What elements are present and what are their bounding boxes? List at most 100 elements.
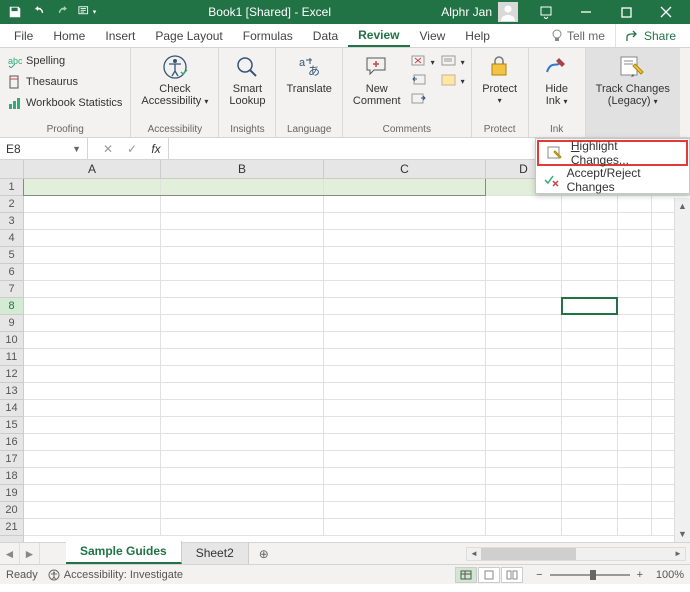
cell[interactable] (618, 213, 652, 229)
cell[interactable] (562, 468, 618, 484)
scroll-up-button[interactable]: ▲ (675, 198, 690, 214)
cell[interactable] (161, 230, 324, 246)
redo-button[interactable] (52, 1, 74, 23)
cell[interactable] (618, 349, 652, 365)
cell[interactable] (618, 247, 652, 263)
scroll-right-button[interactable]: ► (671, 548, 685, 560)
row-header-3[interactable]: 3 (0, 213, 23, 230)
undo-button[interactable] (28, 1, 50, 23)
cell[interactable] (161, 179, 324, 195)
row-header-4[interactable]: 4 (0, 230, 23, 247)
minimize-button[interactable] (566, 0, 606, 24)
cell[interactable] (324, 247, 486, 263)
tab-data[interactable]: Data (303, 24, 348, 47)
cell[interactable] (24, 264, 161, 280)
cell[interactable] (24, 451, 161, 467)
tab-formulas[interactable]: Formulas (233, 24, 303, 47)
cell[interactable] (562, 213, 618, 229)
insert-function-button[interactable]: fx (144, 142, 168, 156)
cell[interactable] (618, 434, 652, 450)
row-header-1[interactable]: 1 (0, 179, 23, 196)
scroll-left-button[interactable]: ◄ (467, 548, 481, 560)
tab-insert[interactable]: Insert (95, 24, 145, 47)
cell[interactable] (324, 519, 486, 535)
cell[interactable] (161, 383, 324, 399)
cell[interactable] (324, 468, 486, 484)
cell[interactable] (486, 213, 562, 229)
cell[interactable] (562, 281, 618, 297)
cell[interactable] (24, 298, 161, 314)
previous-comment-button[interactable] (409, 72, 437, 90)
cell[interactable] (24, 366, 161, 382)
cell[interactable] (486, 366, 562, 382)
cell[interactable] (486, 315, 562, 331)
zoom-slider[interactable] (550, 574, 630, 576)
notes-button[interactable]: ▾ (439, 72, 467, 90)
cell[interactable] (24, 281, 161, 297)
accessibility-status[interactable]: Accessibility: Investigate (48, 569, 183, 581)
cell[interactable] (618, 383, 652, 399)
cell[interactable] (161, 400, 324, 416)
cell[interactable] (161, 315, 324, 331)
row-header-13[interactable]: 13 (0, 383, 23, 400)
cell[interactable] (324, 196, 486, 212)
row-header-5[interactable]: 5 (0, 247, 23, 264)
row-header-21[interactable]: 21 (0, 519, 23, 536)
cell[interactable] (324, 383, 486, 399)
column-header-B[interactable]: B (161, 160, 324, 178)
sheet-nav-prev[interactable]: ◄ (0, 543, 20, 564)
cell[interactable] (161, 196, 324, 212)
thesaurus-button[interactable]: Thesaurus (4, 72, 126, 92)
cell[interactable] (562, 502, 618, 518)
cell[interactable] (618, 451, 652, 467)
cell[interactable] (618, 468, 652, 484)
cell[interactable] (618, 298, 652, 314)
cell[interactable] (324, 315, 486, 331)
cell[interactable] (324, 264, 486, 280)
cell[interactable] (562, 247, 618, 263)
cell[interactable] (24, 400, 161, 416)
cell[interactable] (24, 417, 161, 433)
row-header-15[interactable]: 15 (0, 417, 23, 434)
row-header-6[interactable]: 6 (0, 264, 23, 281)
cell[interactable] (324, 230, 486, 246)
cell[interactable] (324, 502, 486, 518)
save-button[interactable] (4, 1, 26, 23)
cell[interactable] (161, 485, 324, 501)
cell[interactable] (486, 281, 562, 297)
cell[interactable] (24, 315, 161, 331)
row-header-2[interactable]: 2 (0, 196, 23, 213)
cell[interactable] (24, 230, 161, 246)
cell[interactable] (562, 332, 618, 348)
cell[interactable] (486, 230, 562, 246)
cell[interactable] (24, 332, 161, 348)
vertical-scrollbar[interactable]: ▲ ▼ (674, 198, 690, 542)
cancel-formula-button[interactable]: ✕ (96, 142, 120, 156)
row-header-8[interactable]: 8 (0, 298, 23, 315)
cell[interactable] (24, 247, 161, 263)
track-changes-button[interactable]: Track Changes (Legacy) ▾ (590, 51, 676, 110)
delete-comment-button[interactable]: ▾ (409, 53, 437, 71)
column-header-A[interactable]: A (24, 160, 161, 178)
name-box[interactable]: E8▼ (0, 138, 88, 159)
cell[interactable] (161, 434, 324, 450)
cell[interactable] (562, 383, 618, 399)
row-header-10[interactable]: 10 (0, 332, 23, 349)
scroll-thumb[interactable] (481, 548, 576, 560)
tab-file[interactable]: File (4, 24, 43, 47)
cell[interactable] (562, 519, 618, 535)
cell[interactable] (486, 383, 562, 399)
user-account[interactable]: Alphr Jan (441, 2, 518, 22)
cell[interactable] (486, 332, 562, 348)
cell[interactable] (486, 247, 562, 263)
cell[interactable] (486, 264, 562, 280)
maximize-button[interactable] (606, 0, 646, 24)
row-header-9[interactable]: 9 (0, 315, 23, 332)
sheet-nav-next[interactable]: ► (20, 543, 40, 564)
cell[interactable] (324, 213, 486, 229)
cell[interactable] (618, 264, 652, 280)
qat-customize-button[interactable]: ▾ (76, 1, 98, 23)
cell[interactable] (562, 264, 618, 280)
cell[interactable] (324, 366, 486, 382)
ribbon-options-button[interactable] (526, 0, 566, 24)
